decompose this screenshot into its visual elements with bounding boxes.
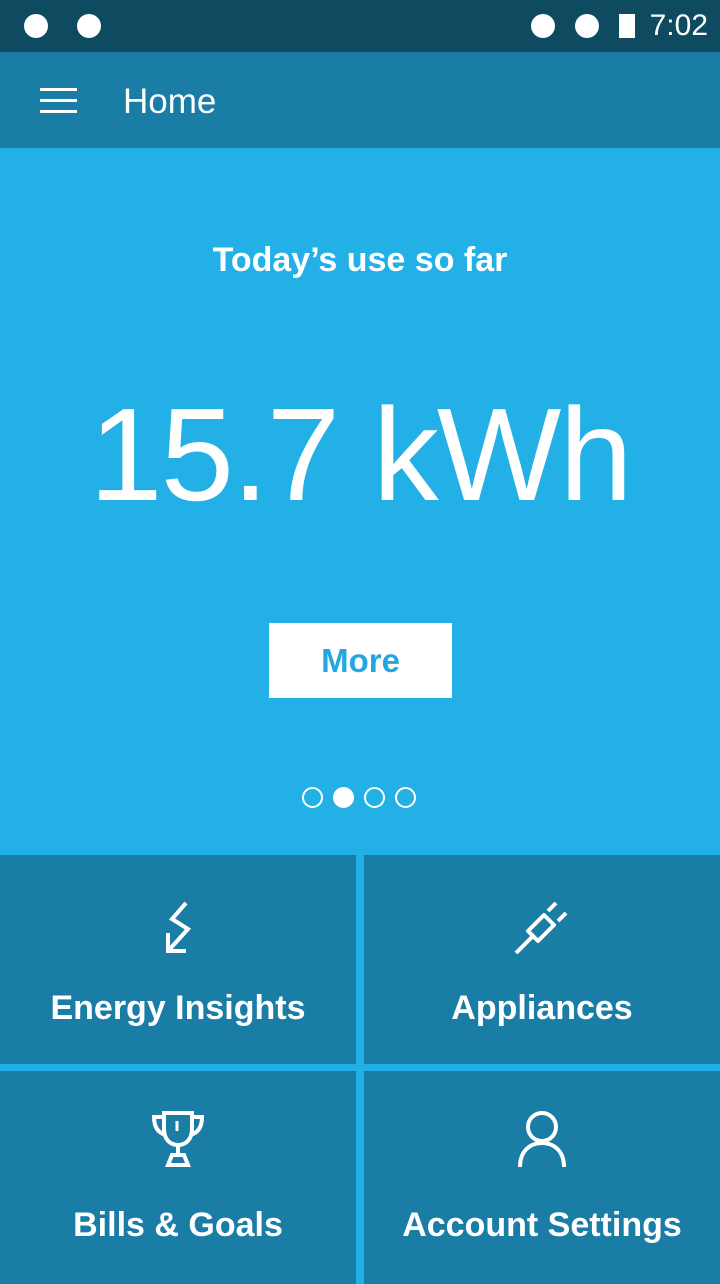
status-bar: 7:02 xyxy=(0,0,720,52)
usage-label: Today’s use so far xyxy=(212,241,508,279)
tile-label: Energy Insights xyxy=(50,989,306,1027)
tile-label: Account Settings xyxy=(402,1206,682,1244)
signal-icon xyxy=(575,14,599,38)
plug-icon xyxy=(514,901,568,955)
tile-label: Bills & Goals xyxy=(73,1206,283,1244)
pager-dot[interactable] xyxy=(395,787,416,808)
battery-icon xyxy=(619,14,635,38)
lightning-arrow-icon xyxy=(166,901,192,953)
bills-goals-tile[interactable]: Bills & Goals xyxy=(0,1071,356,1284)
notification-icon xyxy=(77,14,101,38)
appliances-tile[interactable]: Appliances xyxy=(364,855,720,1064)
status-time: 7:02 xyxy=(649,9,708,42)
usage-value: 15.7 kWh xyxy=(89,381,633,528)
trophy-icon xyxy=(151,1111,205,1167)
energy-insights-tile[interactable]: Energy Insights xyxy=(0,855,356,1064)
more-button[interactable]: More xyxy=(269,623,452,698)
menu-icon[interactable] xyxy=(40,88,77,114)
pager-dot[interactable] xyxy=(302,787,323,808)
app-bar: Home xyxy=(0,52,720,148)
wifi-icon xyxy=(531,14,555,38)
carousel-pager xyxy=(302,787,416,809)
page-title: Home xyxy=(123,82,217,121)
pager-dot[interactable] xyxy=(364,787,385,808)
account-settings-tile[interactable]: Account Settings xyxy=(364,1071,720,1284)
person-icon xyxy=(518,1111,566,1168)
pager-dot-active[interactable] xyxy=(333,787,354,808)
tile-label: Appliances xyxy=(451,989,633,1027)
usage-carousel[interactable]: Today’s use so far 15.7 kWh More xyxy=(0,148,720,854)
notification-icon xyxy=(24,14,48,38)
